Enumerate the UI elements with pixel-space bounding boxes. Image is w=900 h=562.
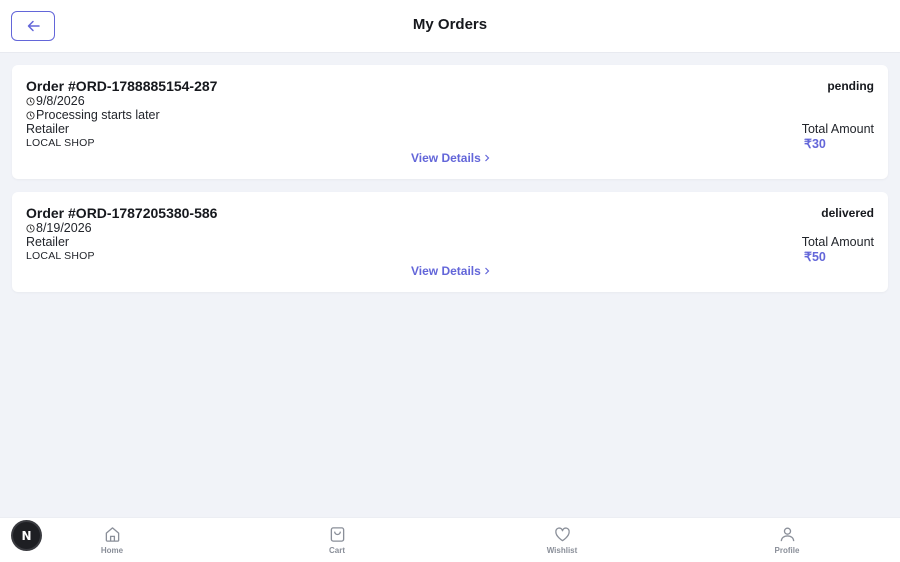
app-header: My Orders <box>0 0 900 53</box>
status-badge: delivered <box>821 206 874 220</box>
order-date: 9/8/2026 <box>26 94 85 108</box>
clock-icon <box>26 110 35 120</box>
clock-icon <box>26 223 35 233</box>
view-details-link[interactable]: View Details <box>411 264 490 278</box>
shop-name: LOCAL SHOP <box>26 250 95 262</box>
nav-item-wishlist[interactable]: Wishlist <box>522 526 602 555</box>
heart-icon <box>554 527 570 542</box>
nav-label-profile: Profile <box>774 546 800 555</box>
order-date-text: 8/19/2026 <box>36 221 92 235</box>
fab-letter: N <box>21 528 32 543</box>
retailer-label: Retailer <box>26 235 70 249</box>
shopping-bag-icon <box>330 527 344 542</box>
retailer-label: Retailer <box>26 122 70 136</box>
floating-action-button[interactable]: N <box>13 522 40 549</box>
clock-icon <box>26 96 35 106</box>
view-details-label: View Details <box>411 264 481 278</box>
total-amount-value: ₹30 <box>804 137 826 151</box>
nav-label-home: Home <box>100 546 124 555</box>
view-details-label: View Details <box>411 151 481 165</box>
order-id: Order #ORD-1787205380-586 <box>26 205 218 221</box>
home-icon <box>105 527 119 542</box>
order-card: Order #ORD-1787205380-586 8/19/2026 Reta… <box>12 192 888 292</box>
chevron-right-icon <box>484 267 490 275</box>
order-note-text: Processing starts later <box>36 108 160 122</box>
nav-item-home[interactable]: Home <box>72 526 152 555</box>
nav-label-cart: Cart <box>328 546 345 555</box>
total-amount-label: Total Amount <box>801 122 874 136</box>
nav-label-wishlist: Wishlist <box>546 546 578 555</box>
order-card: Order #ORD-1788885154-287 9/8/2026 Proce… <box>12 65 888 179</box>
order-date-text: 9/8/2026 <box>36 94 85 108</box>
order-id: Order #ORD-1788885154-287 <box>26 78 218 94</box>
status-badge: pending <box>827 79 874 93</box>
order-note: Processing starts later <box>26 108 160 122</box>
nav-item-cart[interactable]: Cart <box>297 526 377 555</box>
chevron-right-icon <box>484 154 490 162</box>
view-details-link[interactable]: View Details <box>411 151 490 165</box>
total-amount-value: ₹50 <box>804 250 826 264</box>
page-title: My Orders <box>412 16 488 33</box>
shop-name: LOCAL SHOP <box>26 137 95 149</box>
user-icon <box>780 527 794 542</box>
bottom-nav: Home Cart Wishlist Profile <box>0 517 900 562</box>
total-amount-label: Total Amount <box>801 235 874 249</box>
nav-item-profile[interactable]: Profile <box>747 526 827 555</box>
order-date: 8/19/2026 <box>26 221 92 235</box>
